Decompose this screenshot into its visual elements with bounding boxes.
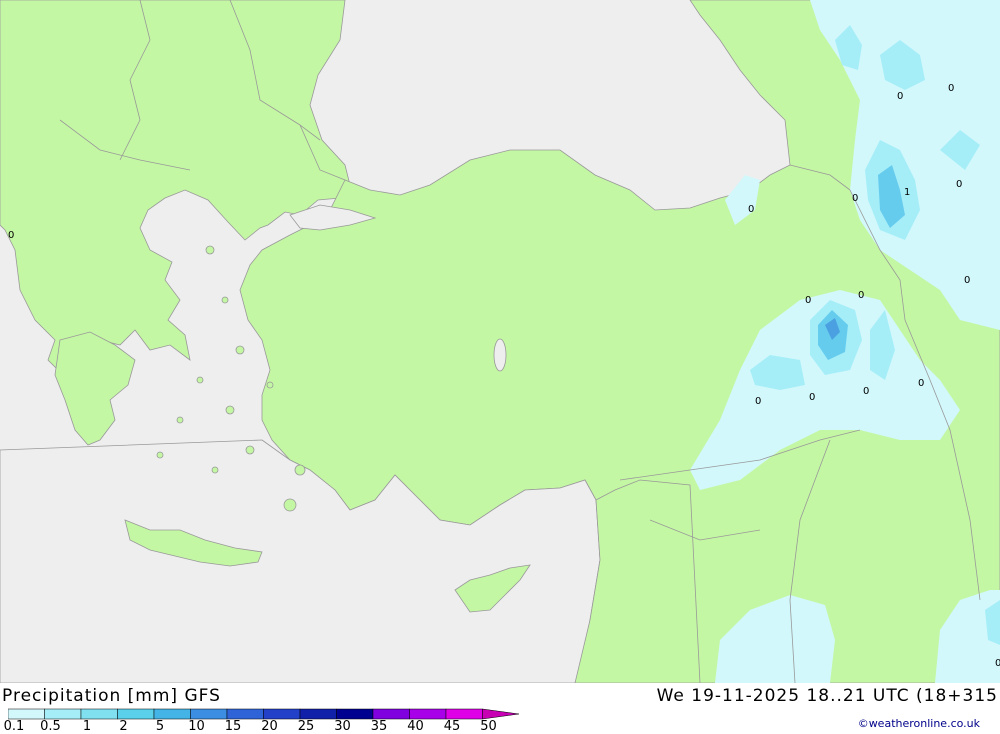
point-value-east-turkey-3: 0 [863, 386, 869, 397]
point-value-west: 0 [8, 230, 14, 241]
point-value-iran: 0 [918, 378, 924, 389]
point-value-armenia-1: 0 [805, 295, 811, 306]
color-scale-label: 25 [297, 719, 315, 734]
color-scale-swatch [8, 708, 45, 720]
color-scale-label: 35 [370, 719, 388, 734]
credit-link[interactable]: ©weatheronline.co.uk [858, 717, 980, 730]
point-value-caucasus-2: 0 [852, 193, 858, 204]
color-scale-swatch [336, 708, 374, 720]
color-scale-label: 2 [119, 719, 128, 734]
color-scale-swatch [226, 708, 264, 720]
color-scale-swatch [299, 708, 337, 720]
color-scale-swatch [445, 708, 483, 720]
lake-tuz [493, 338, 507, 372]
precipitation-map: 0 0 0 0 1 0 0 0 0 0 0 0 0 0 0 [0, 0, 1000, 684]
point-value-black-sea-east: 0 [748, 204, 754, 215]
point-value-east-turkey-1: 0 [755, 396, 761, 407]
color-scale-swatch [263, 708, 301, 720]
point-value-caucasus-1: 1 [904, 187, 910, 198]
color-scale-label: 40 [407, 719, 424, 734]
map-canvas: 0 0 0 0 1 0 0 0 0 0 0 0 0 0 0 [0, 0, 1000, 684]
valid-time: We 19-11-2025 18..21 UTC (18+315 [656, 686, 998, 706]
color-scale-swatch [44, 708, 82, 720]
point-value-armenia-2: 0 [858, 290, 864, 301]
color-scale-label: 5 [155, 719, 165, 734]
color-scale-swatch [80, 708, 118, 720]
color-scale-label: 30 [334, 719, 351, 734]
color-scale-label: 0.1 [3, 719, 25, 734]
color-scale-label: 45 [443, 719, 461, 734]
color-scale-label: 1 [82, 719, 92, 734]
color-scale-label: 50 [480, 719, 497, 734]
color-scale-swatch [117, 708, 155, 720]
color-scale-swatch [372, 708, 410, 720]
point-value-east-turkey-2: 0 [809, 392, 815, 403]
color-scale-label: 0.5 [40, 719, 61, 734]
point-value-caucasus-north-1: 0 [897, 91, 903, 102]
color-scale-swatch [190, 708, 228, 720]
color-scale-label: 10 [188, 719, 205, 734]
map-title: Precipitation [mm] GFS [2, 686, 221, 706]
legend-footer: Precipitation [mm] GFS We 19-11-2025 18.… [0, 683, 1000, 734]
point-value-caucasus-3: 0 [956, 179, 962, 190]
color-scale-arrow [482, 708, 520, 720]
color-scale-label: 15 [224, 719, 242, 734]
color-scale-label: 20 [261, 719, 278, 734]
point-value-southeast: 0 [995, 658, 1000, 669]
color-scale-swatch [409, 708, 447, 720]
color-scale-swatch [153, 708, 191, 720]
point-value-caucasus-north-2: 0 [948, 83, 954, 94]
point-value-caspian: 0 [964, 275, 970, 286]
